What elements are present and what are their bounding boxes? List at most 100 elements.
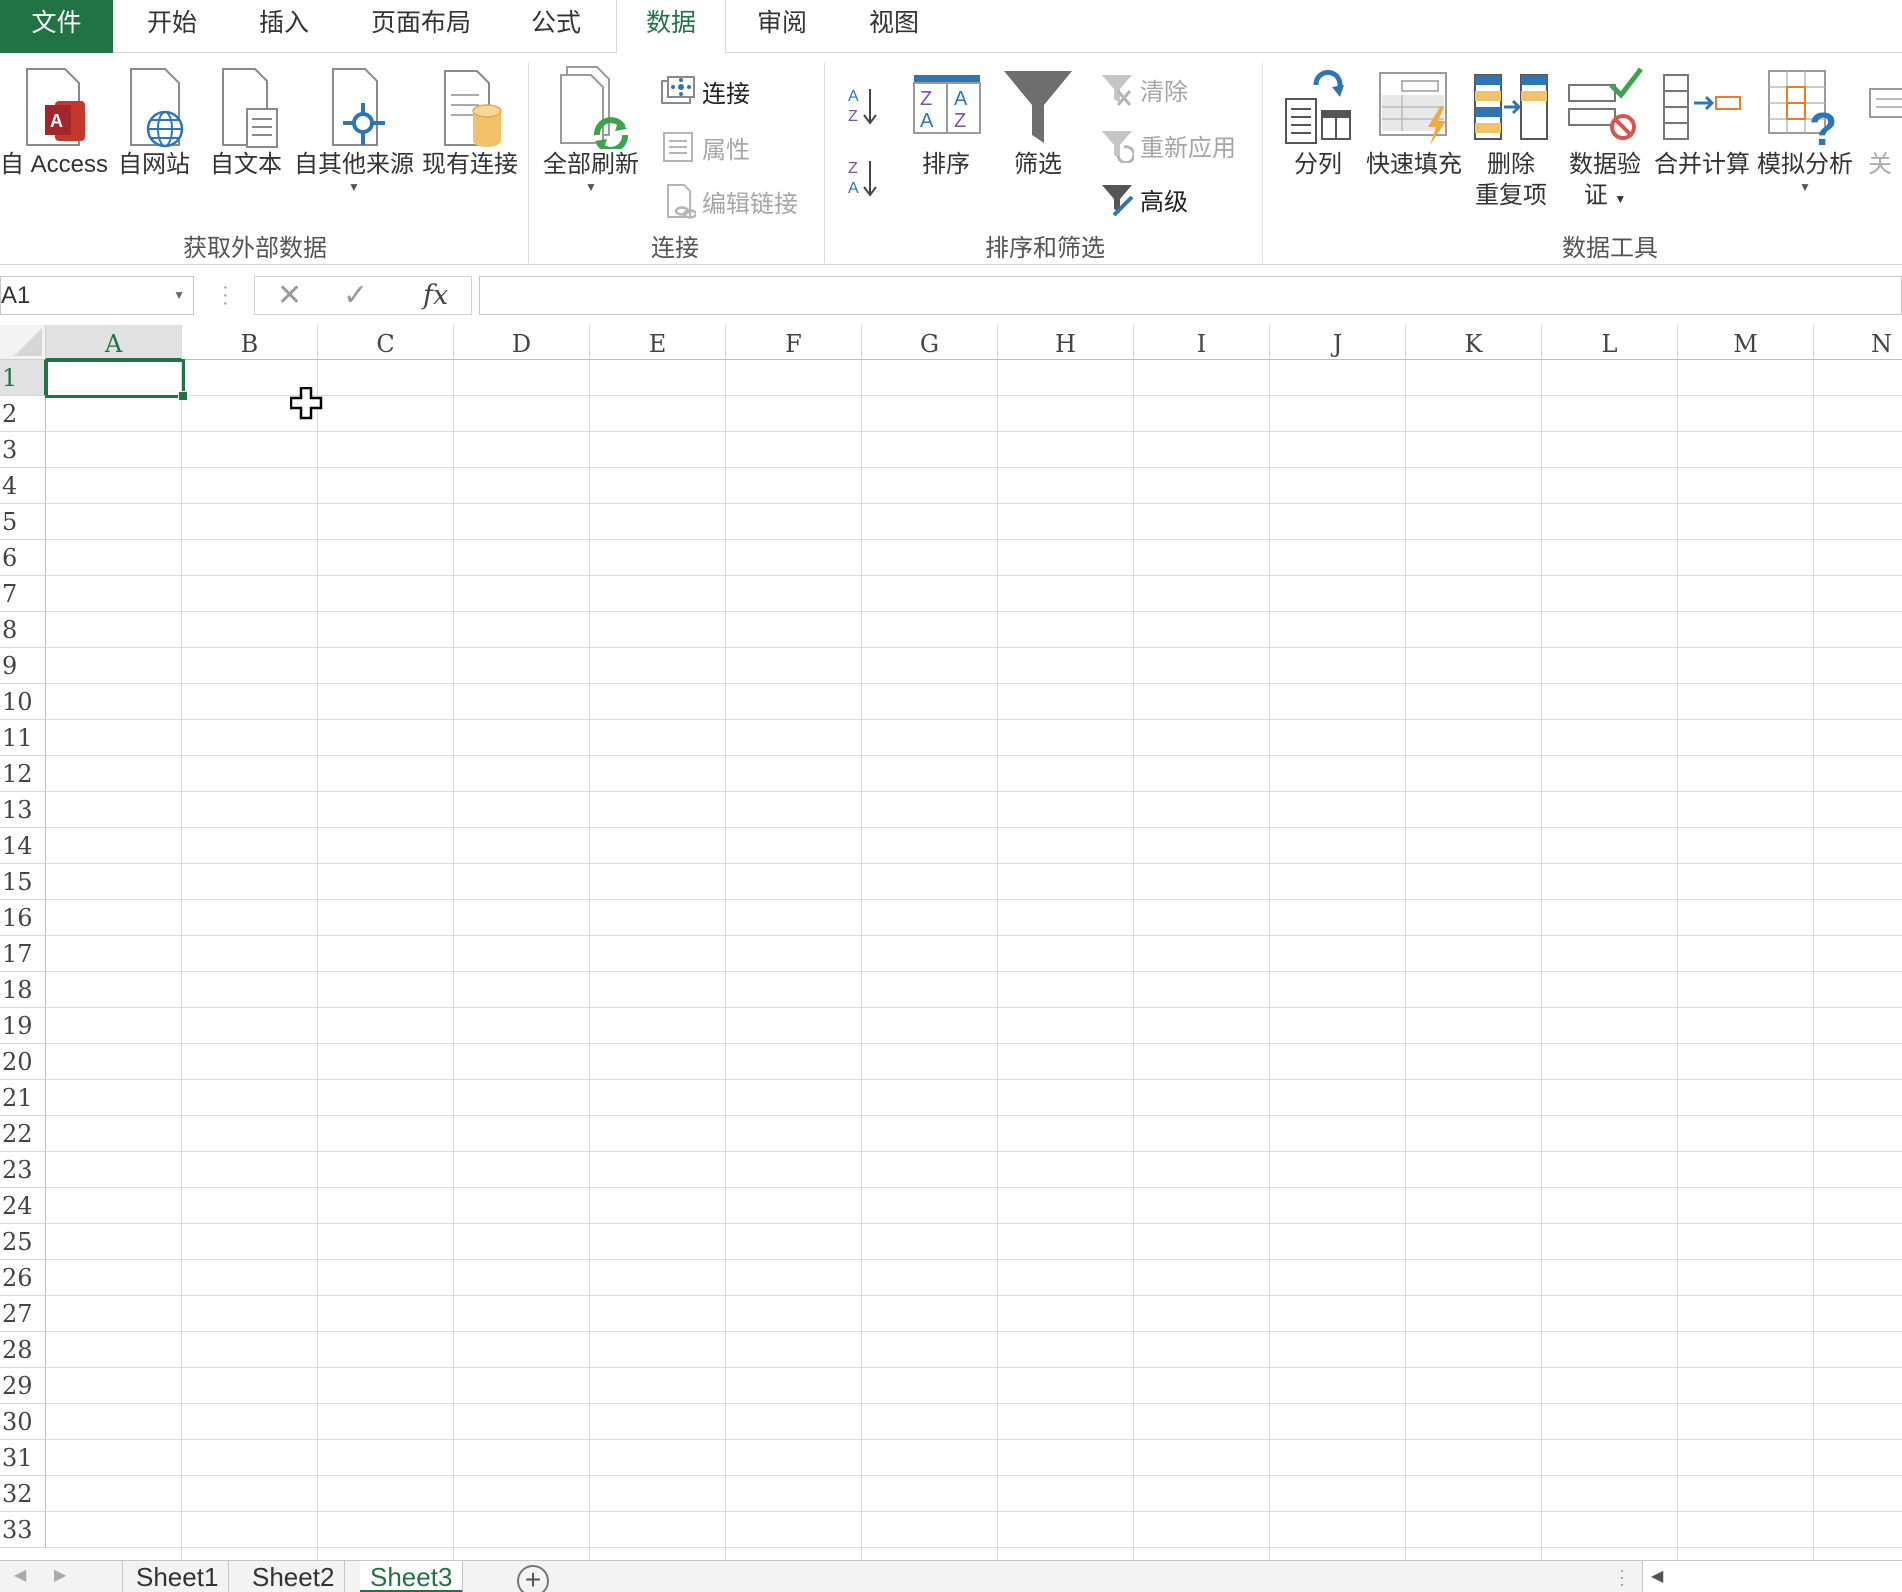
tab-view[interactable]: 视图 xyxy=(852,0,936,53)
column-header-d[interactable]: D xyxy=(454,325,590,360)
row-header-26[interactable]: 26 xyxy=(0,1260,46,1296)
from-web-button[interactable]: 自网站 xyxy=(114,65,194,180)
advanced-filter-button[interactable]: 高级 xyxy=(1100,177,1188,221)
row-header-25[interactable]: 25 xyxy=(0,1224,46,1260)
tab-page-layout[interactable]: 页面布局 xyxy=(356,0,486,53)
chevron-down-icon[interactable]: ▼ xyxy=(173,277,185,314)
column-header-j[interactable]: J xyxy=(1270,325,1406,360)
column-header-e[interactable]: E xyxy=(590,325,726,360)
sheet-tab-sheet2[interactable]: Sheet2 xyxy=(242,1561,346,1592)
scroll-sheets-right-icon[interactable]: ▶ xyxy=(54,1565,66,1585)
row-header-16[interactable]: 16 xyxy=(0,900,46,936)
reapply-button[interactable]: 重新应用 xyxy=(1100,123,1236,167)
row-header-17[interactable]: 17 xyxy=(0,936,46,972)
row-header-19[interactable]: 19 xyxy=(0,1008,46,1044)
name-box[interactable]: A1 ▼ xyxy=(0,276,194,315)
row-header-3[interactable]: 3 xyxy=(0,432,46,468)
row-header-32[interactable]: 32 xyxy=(0,1476,46,1512)
column-header-m[interactable]: M xyxy=(1678,325,1814,360)
sort-ascending-button[interactable]: A Z xyxy=(846,81,880,131)
flash-fill-button[interactable]: 快速填充 xyxy=(1364,65,1464,180)
column-header-h[interactable]: H xyxy=(998,325,1134,360)
refresh-all-button[interactable]: 全部刷新 ▼ xyxy=(538,65,644,194)
row-header-2[interactable]: 2 xyxy=(0,396,46,432)
row-header-14[interactable]: 14 xyxy=(0,828,46,864)
column-header-b[interactable]: B xyxy=(182,325,318,360)
select-all-corner[interactable] xyxy=(0,325,46,360)
row-header-10[interactable]: 10 xyxy=(0,684,46,720)
remove-duplicates-button[interactable]: 删除 重复项 xyxy=(1468,65,1554,211)
column-header-i[interactable]: I xyxy=(1134,325,1270,360)
row-header-23[interactable]: 23 xyxy=(0,1152,46,1188)
sort-descending-button[interactable]: Z A xyxy=(846,153,880,203)
from-other-sources-button[interactable]: 自其他来源 ▼ xyxy=(294,65,414,194)
active-cell-cursor[interactable] xyxy=(45,359,188,401)
flash-fill-icon xyxy=(1379,72,1447,145)
column-header-a[interactable]: A xyxy=(46,325,182,360)
row-header-27[interactable]: 27 xyxy=(0,1296,46,1332)
relationships-button[interactable]: 关 xyxy=(1862,65,1902,180)
sheet-tab-sheet1[interactable]: Sheet1 xyxy=(126,1561,230,1592)
consolidate-button[interactable]: 合并计算 xyxy=(1654,65,1750,180)
from-text-button[interactable]: 自文本 xyxy=(206,65,286,180)
existing-connections-button[interactable]: 现有连接 xyxy=(420,65,520,180)
row-header-13[interactable]: 13 xyxy=(0,792,46,828)
column-header-c[interactable]: C xyxy=(318,325,454,360)
row-header-12[interactable]: 12 xyxy=(0,756,46,792)
row-header-8[interactable]: 8 xyxy=(0,612,46,648)
row-header-21[interactable]: 21 xyxy=(0,1080,46,1116)
row-header-6[interactable]: 6 xyxy=(0,540,46,576)
tab-insert[interactable]: 插入 xyxy=(242,0,326,53)
insert-function-icon[interactable]: fx xyxy=(423,277,448,314)
text-to-columns-button[interactable]: 分列 xyxy=(1276,65,1360,180)
row-header-33[interactable]: 33 xyxy=(0,1512,46,1548)
scroll-left-icon[interactable]: ◀ xyxy=(1651,1566,1663,1586)
filter-icon xyxy=(1004,71,1072,143)
from-access-button[interactable]: A 自 Access xyxy=(0,65,108,180)
enter-check-icon[interactable]: ✓ xyxy=(343,277,368,314)
tab-review[interactable]: 审阅 xyxy=(740,0,824,53)
filter-button[interactable]: 筛选 xyxy=(996,65,1080,180)
row-header-15[interactable]: 15 xyxy=(0,864,46,900)
column-header-f[interactable]: F xyxy=(726,325,862,360)
row-header-31[interactable]: 31 xyxy=(0,1440,46,1476)
tab-formulas[interactable]: 公式 xyxy=(514,0,598,53)
tab-scroll-splitter[interactable]: · · · xyxy=(1619,1561,1625,1592)
properties-button[interactable]: 属性 xyxy=(660,125,750,169)
data-validation-button[interactable]: 数据验 证 ▼ xyxy=(1562,65,1648,215)
tab-home[interactable]: 开始 xyxy=(130,0,214,53)
cell-area[interactable] xyxy=(46,360,1902,1560)
sort-button[interactable]: Z A A Z 排序 xyxy=(904,65,988,180)
column-header-l[interactable]: L xyxy=(1542,325,1678,360)
add-sheet-icon[interactable]: + xyxy=(517,1565,549,1592)
row-header-30[interactable]: 30 xyxy=(0,1404,46,1440)
row-header-5[interactable]: 5 xyxy=(0,504,46,540)
row-header-28[interactable]: 28 xyxy=(0,1332,46,1368)
sheet-tab-sheet3[interactable]: Sheet3 xyxy=(360,1561,464,1592)
row-header-29[interactable]: 29 xyxy=(0,1368,46,1404)
column-header-k[interactable]: K xyxy=(1406,325,1542,360)
what-if-analysis-button[interactable]: ? 模拟分析 ▼ xyxy=(1756,65,1854,194)
cancel-icon[interactable]: ✕ xyxy=(277,277,302,314)
row-header-11[interactable]: 11 xyxy=(0,720,46,756)
tab-file[interactable]: 文件 xyxy=(0,0,113,53)
row-header-4[interactable]: 4 xyxy=(0,468,46,504)
horizontal-scrollbar[interactable]: ◀ xyxy=(1642,1561,1902,1592)
scroll-sheets-left-icon[interactable]: ◀ xyxy=(14,1565,26,1585)
formula-input[interactable] xyxy=(479,276,1902,315)
row-header-20[interactable]: 20 xyxy=(0,1044,46,1080)
row-header-24[interactable]: 24 xyxy=(0,1188,46,1224)
connections-button[interactable]: 连接 xyxy=(660,69,750,113)
row-header-22[interactable]: 22 xyxy=(0,1116,46,1152)
clear-filter-button[interactable]: 清除 xyxy=(1100,67,1188,111)
remove-duplicates-label-line2: 重复项 xyxy=(1475,182,1547,209)
row-header-18[interactable]: 18 xyxy=(0,972,46,1008)
row-header-9[interactable]: 9 xyxy=(0,648,46,684)
tab-data[interactable]: 数据 xyxy=(616,0,726,54)
formula-bar-splitter[interactable]: · · · xyxy=(222,277,229,313)
edit-links-button[interactable]: 编辑链接 xyxy=(660,179,798,223)
row-header-1[interactable]: 1 xyxy=(0,360,46,396)
column-header-n[interactable]: N xyxy=(1814,325,1902,360)
column-header-g[interactable]: G xyxy=(862,325,998,360)
row-header-7[interactable]: 7 xyxy=(0,576,46,612)
